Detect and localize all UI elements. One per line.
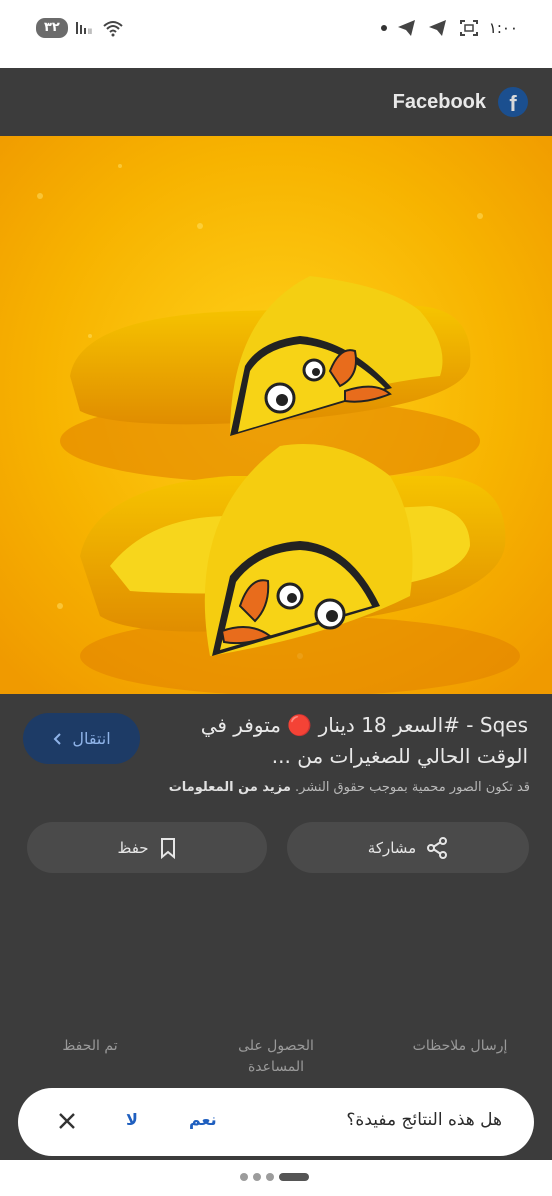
clock: ١:٠٠ [488,19,518,37]
source-name: Facebook [392,90,486,113]
prompt-question: هل هذه النتائج مفيدة؟ [346,1110,502,1130]
nav-dot-icon [253,1173,261,1181]
result-image[interactable] [0,136,552,694]
nav-dot-icon [266,1173,274,1181]
copyright-text: قد تكون الصور محمية بموجب حقوق النشر. [295,780,530,795]
notification-dot-icon [380,25,387,31]
source-header[interactable]: Facebook f [0,68,552,136]
screenshot-icon [459,20,478,36]
telegram-icon-2 [428,20,446,36]
svg-text:ll: ll [88,28,92,36]
send-feedback-link[interactable]: إرسال ملاحظات [400,1036,520,1057]
telegram-icon [397,20,415,36]
bookmark-icon [160,837,175,859]
nav-dot-icon [240,1173,248,1181]
feedback-prompt: هل هذه النتائج مفيدة؟ نعم لا [18,1088,534,1156]
share-icon [427,836,448,859]
chevron-left-icon [53,732,62,745]
home-pill-icon [279,1173,309,1181]
save-button-label: حفظ [117,838,149,857]
visit-button-label: انتقال [72,729,111,748]
wifi-icon [103,21,123,37]
get-help-link[interactable]: الحصول على المساعدة [216,1036,336,1078]
no-button[interactable]: لا [126,1110,138,1129]
duck-slippers-illustration [0,136,552,694]
result-title[interactable]: Sqes - #السعر 18 دينار 🔴 متوفر في الوقت … [158,710,528,772]
copyright-notice: قد تكون الصور محمية بموجب حقوق النشر. مز… [169,778,530,798]
nav-gesture-handle[interactable] [240,1173,309,1181]
status-icons-left: ٣٢ ll [36,18,124,38]
save-button[interactable]: حفظ [27,822,267,873]
system-nav-bar [0,1160,552,1196]
facebook-logo-icon: f [498,87,528,117]
status-bar: ٣٢ ll ١:٠٠ [0,0,552,68]
share-button-label: مشاركة [367,838,417,857]
visit-button[interactable]: انتقال [23,713,140,764]
image-viewer: Facebook f Sqes - #السعر 18 دينار 🔴 متوف… [0,68,552,1160]
yes-button[interactable]: نعم [189,1110,217,1129]
close-icon[interactable] [56,1110,78,1132]
status-icons-right: ١:٠٠ [380,18,518,38]
share-button[interactable]: مشاركة [287,822,529,873]
signal-icon: ll [75,22,92,36]
more-info-link[interactable]: مزيد من المعلومات [169,780,291,795]
battery-indicator: ٣٢ [36,18,68,38]
saved-link[interactable]: تم الحفظ [40,1036,140,1057]
